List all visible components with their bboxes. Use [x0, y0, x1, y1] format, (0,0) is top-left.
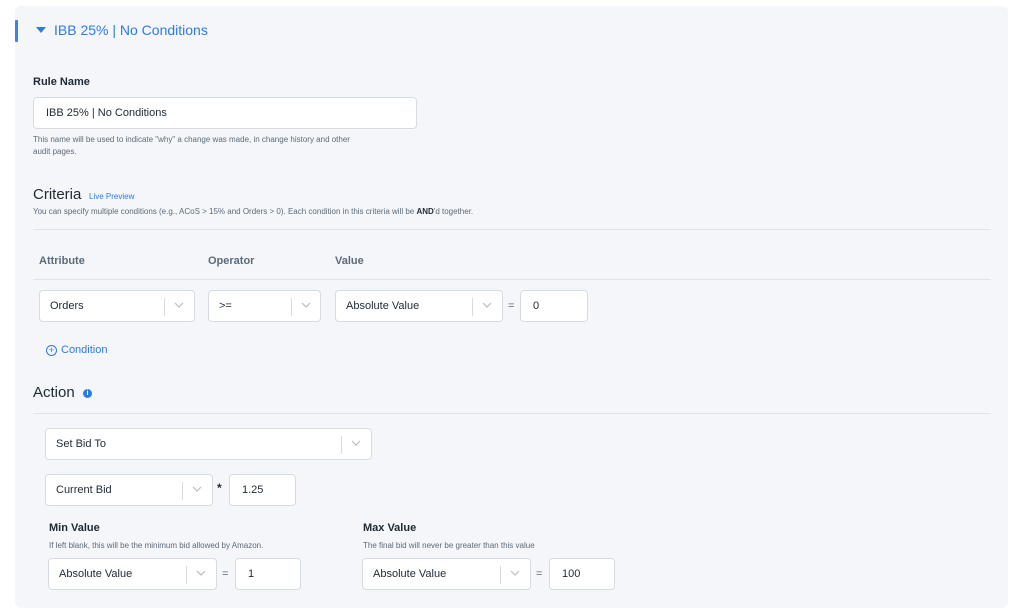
max-value-type-select-value: Absolute Value	[373, 568, 447, 580]
select-separator	[341, 436, 342, 454]
criteria-help-suffix: 'd together.	[433, 207, 474, 216]
add-condition-button[interactable]: + Condition	[46, 344, 107, 356]
criteria-help-bold: AND	[416, 207, 434, 216]
max-value-label: Max Value	[363, 522, 417, 534]
criteria-help-prefix: You can specify multiple conditions (e.g…	[33, 207, 417, 216]
rule-name-input[interactable]: IBB 25% | No Conditions	[33, 97, 417, 129]
rule-section-toggle[interactable]: IBB 25% | No Conditions	[36, 22, 208, 38]
min-value-type-select[interactable]: Absolute Value	[48, 558, 217, 590]
max-value-input[interactable]: 100	[549, 558, 615, 590]
equals-sign: =	[508, 300, 515, 312]
chevron-down-icon	[174, 301, 184, 309]
value-type-select[interactable]: Absolute Value	[335, 290, 503, 322]
chevron-down-icon	[196, 569, 206, 577]
max-value-help: The final bid will never be greater than…	[363, 541, 535, 550]
max-value-type-select[interactable]: Absolute Value	[362, 558, 531, 590]
criteria-header-divider	[33, 279, 991, 280]
bid-base-select[interactable]: Current Bid	[45, 474, 213, 506]
criteria-divider	[33, 229, 991, 230]
action-heading: Action	[33, 384, 75, 401]
column-operator: Operator	[208, 255, 255, 267]
bid-base-select-value: Current Bid	[56, 484, 112, 496]
min-value-help: If left blank, this will be the minimum …	[49, 541, 264, 550]
plus-circle-icon: +	[46, 344, 57, 356]
bid-multiplier-input[interactable]: 1.25	[229, 474, 296, 506]
live-preview-link[interactable]: Live Preview	[89, 192, 134, 201]
select-separator	[182, 482, 183, 500]
select-separator	[186, 566, 187, 584]
section-accent-bar	[15, 20, 18, 42]
column-value: Value	[335, 255, 364, 267]
multiply-sign: *	[217, 481, 222, 495]
condition-value-input[interactable]: 0	[520, 290, 588, 322]
chevron-down-icon	[351, 439, 361, 447]
chevron-down-icon	[192, 485, 202, 493]
select-separator	[500, 566, 501, 584]
value-type-select-value: Absolute Value	[346, 300, 420, 312]
attribute-select[interactable]: Orders	[39, 290, 195, 322]
info-icon[interactable]: i	[83, 389, 92, 398]
chevron-down-icon	[301, 301, 311, 309]
attribute-select-value: Orders	[50, 300, 84, 312]
action-type-select[interactable]: Set Bid To	[45, 428, 372, 460]
chevron-down-icon	[510, 569, 520, 577]
operator-select-value: >=	[219, 300, 232, 312]
min-value-type-select-value: Absolute Value	[59, 568, 133, 580]
add-condition-label: Condition	[61, 344, 108, 356]
criteria-help: You can specify multiple conditions (e.g…	[33, 206, 473, 218]
chevron-down-icon	[482, 301, 492, 309]
criteria-heading: Criteria	[33, 186, 82, 203]
caret-down-icon	[36, 27, 46, 33]
select-separator	[164, 298, 165, 316]
select-separator	[291, 298, 292, 316]
min-equals-sign: =	[222, 568, 229, 580]
rule-name-label: Rule Name	[33, 76, 90, 88]
action-type-select-value: Set Bid To	[56, 438, 106, 450]
rule-name-help-line2: audit pages.	[33, 147, 77, 156]
max-equals-sign: =	[536, 568, 543, 580]
column-attribute: Attribute	[39, 255, 85, 267]
rule-section-title: IBB 25% | No Conditions	[54, 22, 208, 38]
action-divider	[33, 413, 991, 414]
rule-name-help-line1: This name will be used to indicate "why"…	[33, 135, 350, 144]
select-separator	[472, 298, 473, 316]
min-value-input[interactable]: 1	[235, 558, 301, 590]
operator-select[interactable]: >=	[208, 290, 321, 322]
min-value-label: Min Value	[49, 522, 100, 534]
